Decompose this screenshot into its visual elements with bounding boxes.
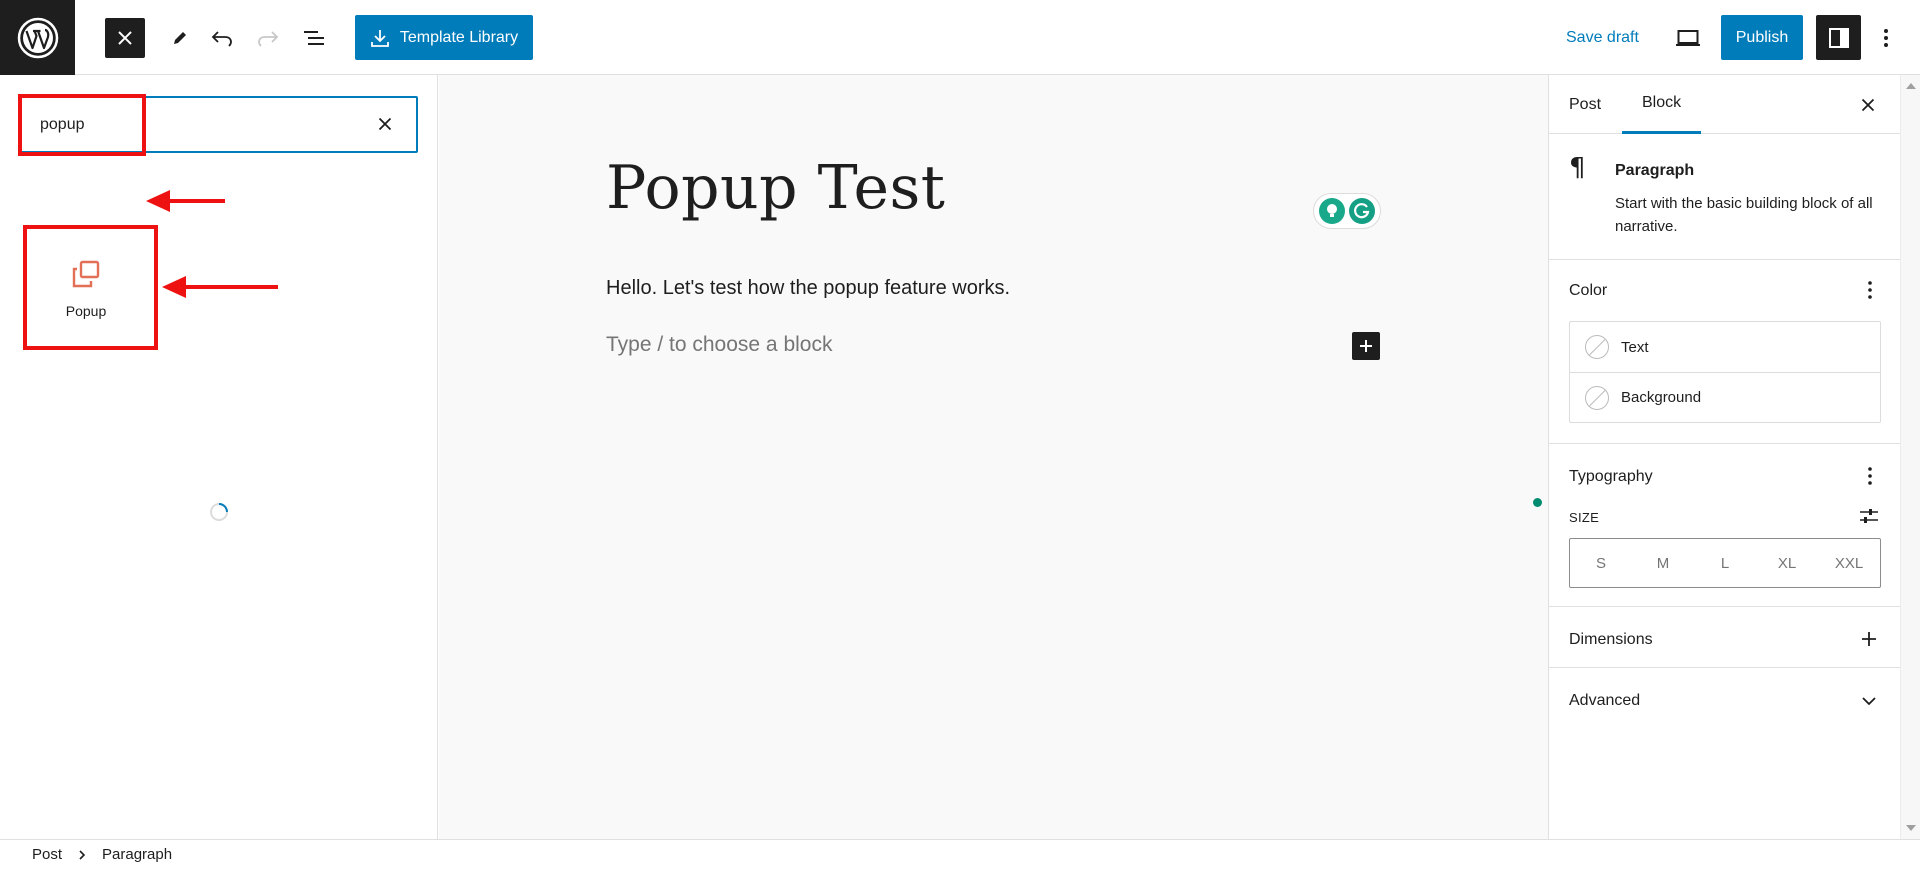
color-panel-title: Color [1569, 282, 1608, 299]
post-title[interactable]: Popup Test [606, 153, 945, 223]
pencil-icon [174, 32, 186, 44]
empty-block-placeholder[interactable]: Type / to choose a block [606, 333, 832, 357]
paragraph-block[interactable]: Hello. Let's test how the popup feature … [606, 277, 1010, 300]
kebab-menu-icon [1868, 281, 1872, 299]
lightbulb-icon [1319, 198, 1345, 224]
grammarly-g-icon [1349, 198, 1375, 224]
undo-button[interactable] [202, 18, 242, 58]
template-library-button[interactable]: Template Library [355, 15, 533, 60]
chevron-down-icon [1862, 697, 1876, 706]
settings-sidebar: Post Block ¶ Paragraph Start with the ba… [1548, 75, 1900, 839]
size-option-xxl[interactable]: XXL [1824, 555, 1874, 572]
close-icon [118, 31, 132, 45]
background-color-option[interactable]: Background [1570, 372, 1880, 422]
custom-size-button[interactable] [1858, 505, 1880, 527]
sidebar-icon [1828, 27, 1849, 48]
block-inserter-panel: Popup [0, 75, 438, 839]
close-sidebar-button[interactable] [1854, 91, 1882, 119]
advanced-panel-toggle[interactable]: Advanced [1569, 692, 1640, 710]
color-settings-list: Text Background [1569, 321, 1881, 423]
plus-icon [1360, 340, 1372, 352]
loading-spinner-icon [210, 503, 228, 521]
color-options-button[interactable] [1860, 276, 1880, 304]
font-size-label: SIZE [1569, 510, 1600, 525]
block-card: ¶ Paragraph Start with the basic buildin… [1549, 135, 1900, 260]
font-size-picker: S M L XL XXL [1569, 538, 1881, 588]
scroll-down-icon[interactable] [1906, 825, 1916, 831]
plus-icon [1862, 632, 1876, 646]
background-color-label: Background [1621, 389, 1702, 406]
annotation-arrow [162, 276, 278, 298]
empty-swatch-icon [1585, 385, 1609, 410]
divider [1549, 443, 1900, 444]
add-dimension-button[interactable] [1858, 628, 1880, 650]
list-view-icon [304, 31, 324, 45]
sidebar-tabs: Post Block [1549, 75, 1900, 134]
status-dot [1533, 498, 1542, 507]
block-search-box [20, 96, 418, 153]
dimensions-panel-toggle[interactable]: Dimensions [1569, 631, 1653, 649]
redo-icon [258, 31, 279, 47]
paragraph-icon: ¶ [1569, 153, 1586, 183]
editor-header: Template Library Save draft Publish [0, 0, 1920, 75]
grammarly-widget[interactable] [1313, 193, 1381, 229]
size-option-xl[interactable]: XL [1762, 555, 1812, 572]
advanced-expand-button[interactable] [1858, 690, 1880, 712]
undo-icon [211, 31, 232, 47]
block-card-description: Start with the basic building block of a… [1615, 195, 1873, 235]
download-icon [370, 29, 389, 47]
tab-post[interactable]: Post [1549, 75, 1621, 134]
scroll-up-icon[interactable] [1906, 83, 1916, 89]
annotation-arrow [146, 190, 225, 212]
kebab-menu-icon [1868, 467, 1872, 485]
close-icon [378, 117, 392, 131]
document-overview-button[interactable] [294, 18, 334, 58]
edit-tool-button[interactable] [160, 18, 200, 58]
popup-icon [72, 260, 100, 288]
preview-button[interactable] [1668, 18, 1708, 58]
typography-panel-title: Typography [1569, 468, 1653, 485]
breadcrumb-post[interactable]: Post [32, 846, 62, 863]
wordpress-logo-button[interactable] [0, 0, 75, 75]
template-library-label: Template Library [399, 28, 519, 46]
desktop-preview-icon [1676, 30, 1700, 46]
page-scrollbar[interactable] [1900, 75, 1920, 839]
settings-toggle-button[interactable] [1816, 15, 1861, 60]
divider [1549, 606, 1900, 607]
add-block-button[interactable] [1352, 332, 1380, 360]
popup-block-label: Popup [65, 303, 107, 319]
block-search-input[interactable] [40, 98, 360, 151]
publish-button[interactable]: Publish [1721, 15, 1803, 60]
typography-options-button[interactable] [1860, 462, 1880, 490]
close-inserter-button[interactable] [105, 18, 145, 58]
block-card-title: Paragraph [1615, 162, 1695, 179]
kebab-menu-icon [1884, 29, 1888, 47]
settings-sliders-icon [1860, 509, 1878, 523]
size-option-m[interactable]: M [1638, 555, 1688, 572]
redo-button[interactable] [248, 18, 288, 58]
popup-block-item[interactable]: Popup [28, 235, 144, 343]
close-icon [1861, 98, 1875, 112]
wordpress-logo-icon [17, 17, 58, 58]
text-color-option[interactable]: Text [1570, 322, 1880, 372]
text-color-label: Text [1621, 338, 1649, 356]
empty-swatch-icon [1585, 335, 1609, 359]
editor-canvas: Popup Test Hello. Let's test how the pop… [439, 75, 1548, 839]
clear-search-button[interactable] [372, 111, 398, 137]
divider [1549, 667, 1900, 668]
save-draft-button[interactable]: Save draft [1560, 20, 1645, 56]
breadcrumb-paragraph[interactable]: Paragraph [102, 846, 172, 863]
options-menu-button[interactable] [1868, 18, 1904, 58]
size-option-l[interactable]: L [1700, 555, 1750, 572]
size-option-s[interactable]: S [1576, 555, 1626, 572]
block-breadcrumb: Post Paragraph [0, 839, 1920, 869]
chevron-right-icon [79, 849, 86, 860]
tab-block[interactable]: Block [1622, 75, 1702, 134]
